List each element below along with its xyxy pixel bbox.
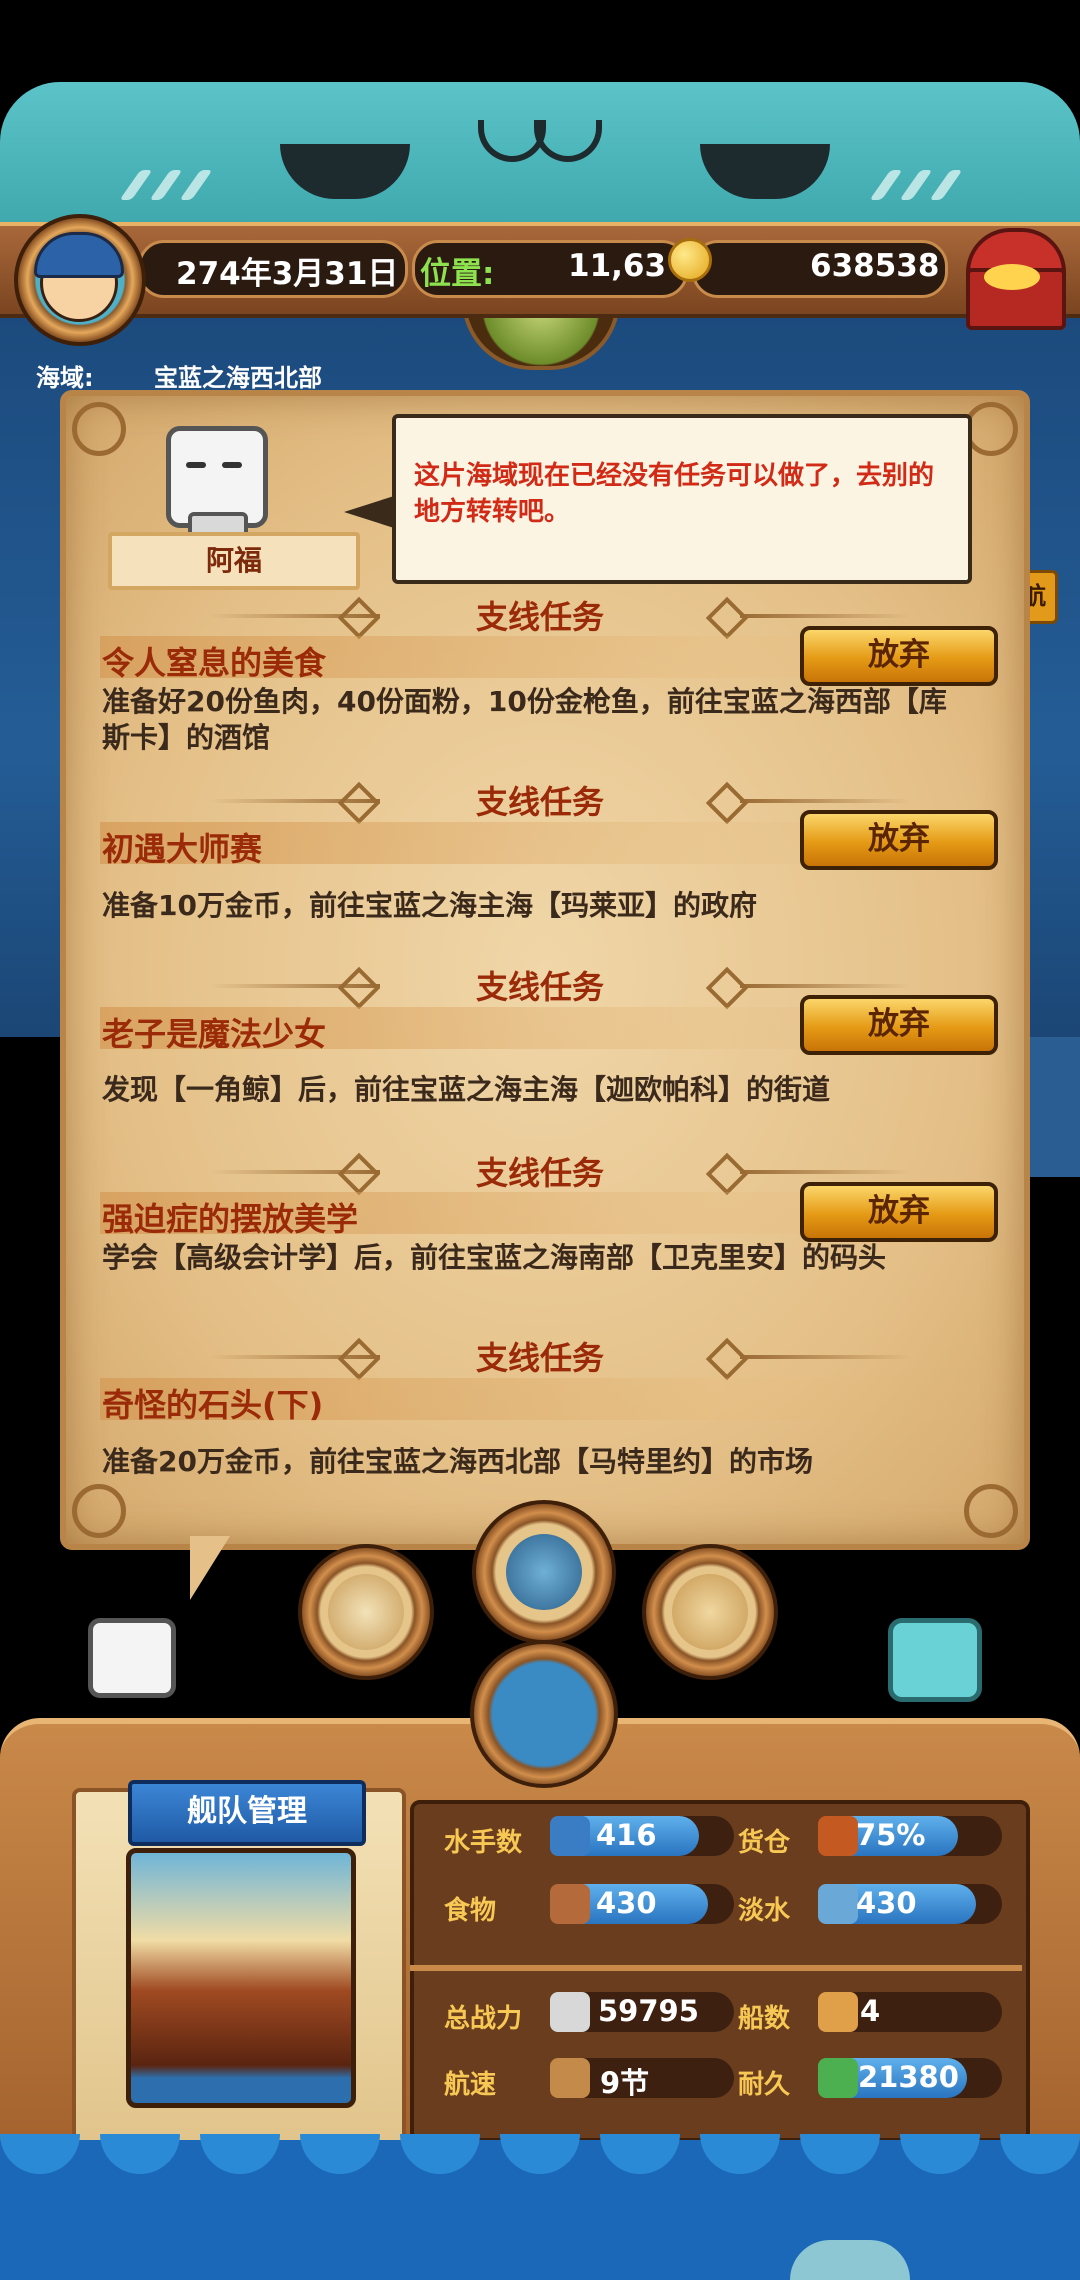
stat-value-power: 59795: [598, 1994, 699, 2028]
npc-eye: [186, 462, 206, 468]
panel-tail: [190, 1536, 230, 1600]
cat-cheek-decor: [899, 170, 933, 200]
spyglass-icon: [328, 1574, 404, 1650]
world-map-icon: [672, 1574, 748, 1650]
corner-ornament: [72, 402, 126, 456]
sea-area-label: 海域:: [36, 364, 94, 392]
quest-section-heading: 支线任务: [475, 1339, 604, 1377]
quest-title: 初遇大师赛: [102, 830, 263, 868]
quest-description: 准备20万金币，前往宝蓝之海西北部【马特里约】的市场: [102, 1445, 813, 1478]
status-header: 274年3月31日 位置: 11,63 638538: [0, 222, 1080, 318]
water-jug-icon: [818, 1884, 858, 1924]
stat-value-ships: 4: [860, 1994, 881, 2028]
stat-label-power: 总战力: [444, 2004, 523, 2034]
location-value: 11,63: [568, 248, 667, 284]
npc-portrait-small: [88, 1618, 176, 1698]
stat-label-speed: 航速: [444, 2070, 497, 2100]
corner-ornament: [72, 1484, 126, 1538]
shark-fin-icon: [790, 2240, 910, 2280]
divider-decor: [740, 984, 910, 988]
gold-coin-icon: [668, 238, 712, 282]
quest-description: 准备10万金币，前往宝蓝之海主海【玛莱亚】的政府: [102, 889, 757, 922]
quest-description: 学会【高级会计学】后，前往宝蓝之海南部【卫克里安】的码头: [102, 1241, 887, 1274]
sailor-icon: [550, 1816, 590, 1856]
anchor-icon: [506, 1534, 582, 1610]
treasure-chest-icon[interactable]: [960, 220, 1066, 330]
cat-cheek-decor: [869, 170, 903, 200]
stat-label-ships: 船数: [738, 2004, 791, 2034]
divider-decor: [740, 614, 910, 618]
quest-title: 老子是魔法少女: [102, 1015, 327, 1053]
speech-tail: [344, 496, 394, 528]
crossed-swords-icon: [550, 1992, 590, 2032]
npc-eye: [222, 462, 242, 468]
stat-value-speed: 9节: [600, 2066, 650, 2100]
divider-decor: [740, 1355, 910, 1359]
cat-cheek-decor: [119, 170, 153, 200]
stat-value-water: 430: [856, 1886, 917, 1920]
cat-eye-right: [700, 144, 830, 199]
fleet-management-button[interactable]: 舰队管理: [128, 1780, 366, 1846]
location-label: 位置:: [420, 256, 495, 292]
quest-description: 发现【一角鲸】后，前往宝蓝之海主海【迦欧帕科】的街道: [102, 1073, 831, 1106]
abandon-quest-button[interactable]: 放弃: [800, 810, 998, 870]
anchor-button[interactable]: [472, 1500, 616, 1644]
stat-value-sailors: 416: [596, 1818, 657, 1852]
cat-eye-left: [280, 144, 410, 199]
quest-title: 令人窒息的美食: [102, 644, 327, 682]
abandon-quest-button[interactable]: 放弃: [800, 995, 998, 1055]
npc-name: 阿福: [108, 532, 360, 590]
ship-count-icon: [818, 1992, 858, 2032]
stat-label-food: 食物: [444, 1896, 497, 1926]
stats-divider: [410, 1965, 1022, 1971]
speed-sail-icon: [550, 2058, 590, 2098]
cat-cheek-decor: [179, 170, 213, 200]
sea-area-value: 宝蓝之海西北部: [154, 364, 322, 392]
stat-value-food: 430: [596, 1886, 657, 1920]
quest-description: 准备好20份鱼肉，40份面粉，10份金枪鱼，前往宝蓝之海西部【库斯卡】的酒馆: [102, 685, 947, 754]
stat-value-cargo: 75%: [856, 1818, 926, 1852]
stat-label-durability: 耐久: [738, 2070, 791, 2100]
abandon-quest-button[interactable]: 放弃: [800, 626, 998, 686]
quest-title: 强迫症的摆放美学: [102, 1200, 359, 1238]
cargo-icon: [818, 1816, 858, 1856]
sail-ship-button[interactable]: [470, 1640, 618, 1788]
ship-cutaway-image[interactable]: [126, 1848, 356, 2108]
stat-label-water: 淡水: [738, 1896, 791, 1926]
quest-title: 奇怪的石头(下): [102, 1386, 324, 1424]
meat-icon: [550, 1884, 590, 1924]
cat-cheek-decor: [929, 170, 963, 200]
divider-decor: [740, 799, 910, 803]
spyglass-button[interactable]: [298, 1544, 434, 1680]
corner-ornament: [964, 1484, 1018, 1538]
corner-ornament: [964, 402, 1018, 456]
cat-mouth: [478, 120, 602, 162]
stat-label-sailors: 水手数: [444, 1828, 523, 1858]
world-map-button[interactable]: [642, 1544, 778, 1680]
cat-cheek-decor: [149, 170, 183, 200]
stat-value-durability: 21380: [858, 2060, 959, 2094]
divider-decor: [740, 1170, 910, 1174]
game-date: 274年3月31日: [176, 256, 399, 292]
cat-mascot-icon: [888, 1618, 982, 1702]
gold-amount: 638538: [810, 248, 940, 284]
npc-dialogue: 这片海域现在已经没有任务可以做了，去别的地方转转吧。: [414, 461, 935, 527]
stat-label-cargo: 货仓: [738, 1828, 791, 1858]
durability-icon: [818, 2058, 858, 2098]
abandon-quest-button[interactable]: 放弃: [800, 1182, 998, 1242]
